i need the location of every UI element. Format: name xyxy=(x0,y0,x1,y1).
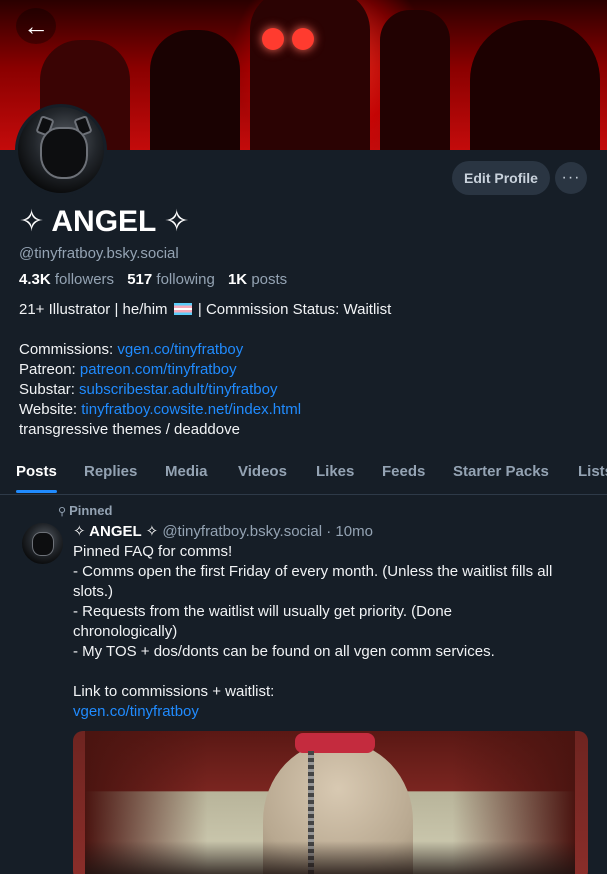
post-line: chronologically) xyxy=(73,623,178,640)
bio-label: Substar: xyxy=(19,381,75,398)
commissions-link[interactable]: vgen.co/tinyfratboy xyxy=(117,341,243,358)
bio-line: Substar: subscribestar.adult/tinyfratboy xyxy=(19,380,391,400)
pin-icon: ⚲ xyxy=(58,506,67,518)
tab-media[interactable]: Media xyxy=(165,463,208,480)
followers-stat[interactable]: 4.3K followers xyxy=(19,271,114,288)
pinned-indicator: ⚲ Pinned xyxy=(58,503,112,518)
bio-line: transgressive themes / deaddove xyxy=(19,421,240,438)
bio-label: Commissions: xyxy=(19,341,114,358)
display-name: ✧ ANGEL ✧ xyxy=(19,205,190,238)
bio-spacer xyxy=(19,320,391,340)
post-line: - Requests from the waitlist will usuall… xyxy=(73,603,453,620)
avatar-mask xyxy=(40,127,88,179)
bio-label: Website: xyxy=(19,401,78,418)
post-text: Pinned FAQ for comms! - Comms open the f… xyxy=(73,542,593,722)
post-author[interactable]: ✧ ANGEL ✧ xyxy=(73,523,158,540)
handle: @tinyfratboy.bsky.social xyxy=(19,245,179,262)
following-count: 517 xyxy=(127,271,153,288)
profile-stats: 4.3K followers 517 following 1K posts xyxy=(19,271,296,288)
banner-glasses xyxy=(262,28,284,50)
post-avatar[interactable] xyxy=(22,523,63,564)
ellipsis-icon: ··· xyxy=(561,169,581,186)
post-handle[interactable]: @tinyfratboy.bsky.social xyxy=(162,523,322,540)
post-line: vgen.co/tinyfratboy xyxy=(73,702,593,722)
trans-flag-icon xyxy=(173,303,192,315)
avatar-mask xyxy=(32,532,54,556)
post-line: Link to commissions + waitlist: xyxy=(73,683,275,700)
post-time[interactable]: · 10mo xyxy=(326,523,373,540)
following-stat[interactable]: 517 following xyxy=(127,271,215,288)
patreon-link[interactable]: patreon.com/tinyfratboy xyxy=(80,361,237,378)
tab-starter-packs[interactable]: Starter Packs xyxy=(453,463,549,480)
profile-bio: 21+ Illustrator | he/him | Commission St… xyxy=(19,300,391,440)
post-line: slots.) xyxy=(73,583,114,600)
image-collar xyxy=(295,733,375,753)
bio-line: Commissions: vgen.co/tinyfratboy xyxy=(19,340,391,360)
following-label: following xyxy=(156,271,215,288)
active-tab-indicator xyxy=(16,490,57,493)
banner-figure xyxy=(250,0,370,150)
pinned-label: Pinned xyxy=(69,503,113,518)
substar-link[interactable]: subscribestar.adult/tinyfratboy xyxy=(79,381,277,398)
posts-label: posts xyxy=(251,271,288,288)
banner-figure xyxy=(150,30,240,150)
bio-line: Website: tinyfratboy.cowsite.net/index.h… xyxy=(19,400,391,420)
bio-label: Patreon: xyxy=(19,361,76,378)
post-line: - My TOS + dos/donts can be found on all… xyxy=(73,643,495,660)
followers-count: 4.3K xyxy=(19,271,51,288)
tab-lists[interactable]: Lists xyxy=(578,463,607,480)
posts-count: 1K xyxy=(227,271,248,288)
back-button[interactable]: ← xyxy=(16,8,56,44)
tab-feeds[interactable]: Feeds xyxy=(382,463,425,480)
website-link[interactable]: tinyfratboy.cowsite.net/index.html xyxy=(81,401,301,418)
bio-text: 21+ Illustrator | he/him xyxy=(19,301,168,318)
bio-line: 21+ Illustrator | he/him | Commission St… xyxy=(19,300,391,320)
post-commission-link[interactable]: vgen.co/tinyfratboy xyxy=(73,703,199,720)
banner-glasses xyxy=(292,28,314,50)
bio-text: | Commission Status: Waitlist xyxy=(197,301,392,318)
post-line: Pinned FAQ for comms! xyxy=(73,543,233,560)
avatar[interactable] xyxy=(15,104,107,196)
bio-line: Patreon: patreon.com/tinyfratboy xyxy=(19,360,391,380)
arrow-left-icon: ← xyxy=(23,10,49,41)
pinned-post[interactable]: ⚲ Pinned ✧ ANGEL ✧ @tinyfratboy.bsky.soci… xyxy=(0,495,607,874)
posts-stat: 1K posts xyxy=(228,271,287,288)
post-line: - Comms open the first Friday of every m… xyxy=(73,563,553,580)
tab-replies[interactable]: Replies xyxy=(84,463,137,480)
tab-likes[interactable]: Likes xyxy=(316,463,354,480)
tab-posts[interactable]: Posts xyxy=(16,463,57,480)
more-options-button[interactable]: ··· xyxy=(555,162,587,194)
post-line xyxy=(73,662,593,682)
image-shadow xyxy=(85,841,575,874)
post-image[interactable] xyxy=(73,731,588,874)
edit-profile-button[interactable]: Edit Profile xyxy=(452,161,550,195)
banner-figure xyxy=(470,20,600,150)
profile-tabs: Posts Replies Media Videos Likes Feeds S… xyxy=(0,450,607,495)
tab-videos[interactable]: Videos xyxy=(238,463,287,480)
post-header: ✧ ANGEL ✧ @tinyfratboy.bsky.social · 10m… xyxy=(73,522,373,540)
followers-label: followers xyxy=(54,271,115,288)
banner-figure xyxy=(380,10,450,150)
